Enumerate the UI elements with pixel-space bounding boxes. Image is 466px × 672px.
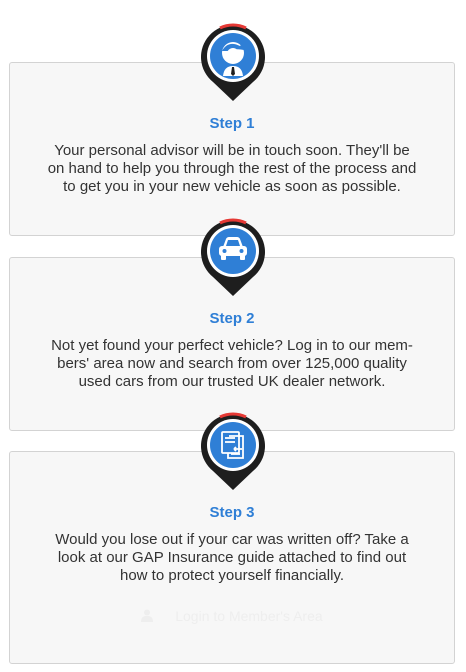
step-2-pin (198, 215, 268, 297)
step-title: Step 3 (209, 504, 255, 521)
login-button-label: Login to Member's Area (175, 608, 323, 624)
user-icon (141, 609, 154, 625)
step-description: Would you lose out if your car was writt… (55, 531, 409, 584)
advisor-icon (222, 42, 244, 76)
login-members-button[interactable]: Login to Member's Area (10, 608, 454, 625)
step-1-pin (198, 20, 268, 102)
step-3-pin (198, 409, 268, 491)
step-title: Step 1 (209, 115, 255, 132)
step-description: Not yet found your perfect vehicle? Log … (51, 337, 413, 390)
step-title: Step 2 (209, 310, 255, 327)
step-description: Your personal advisor will be in touch s… (47, 142, 417, 195)
